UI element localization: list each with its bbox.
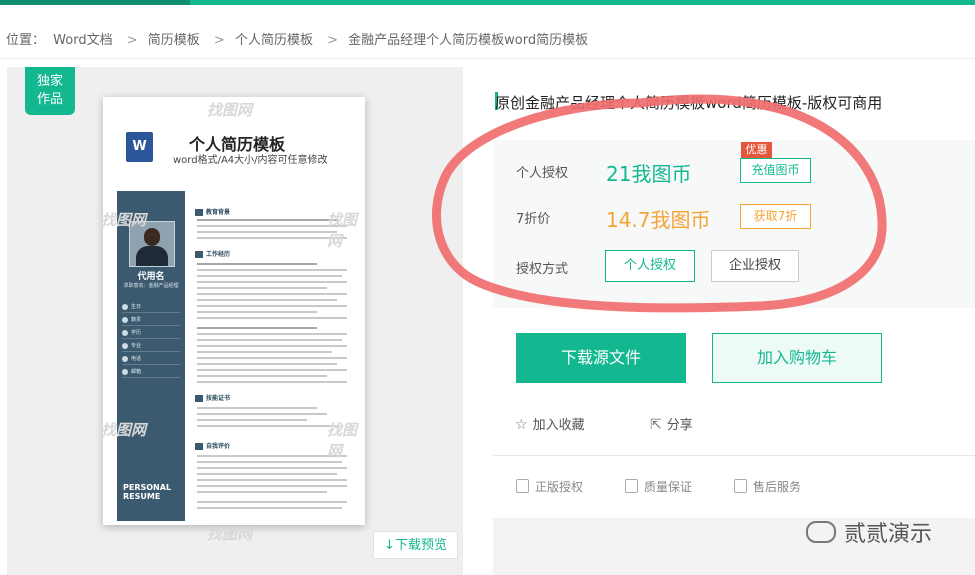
- watermark: 找图网: [101, 421, 147, 439]
- share-button[interactable]: ⇱ 分享: [650, 414, 693, 433]
- resume-preview-image[interactable]: 找图网 W 个人简历模板 word格式/A4大小/内容可任意修改 代用名 求职意…: [101, 97, 365, 543]
- section-divider: [493, 455, 975, 456]
- promo-badge: 优惠: [741, 142, 772, 158]
- resume-section-education: 教育背景: [195, 207, 230, 216]
- badge-line-1: 独家: [36, 74, 63, 89]
- star-icon: ☆: [515, 417, 528, 433]
- breadcrumb-separator: >: [213, 33, 225, 48]
- exclusive-badge: 独家 作品: [25, 67, 75, 115]
- guarantee-quality: 质量保证: [625, 478, 692, 495]
- guarantee-after-sales: 售后服务: [734, 478, 801, 495]
- watermark: 找图网: [327, 421, 358, 460]
- resume-sidebar-footer: PERSONAL RESUME: [123, 483, 172, 501]
- personal-price: 21我图币: [606, 162, 692, 186]
- favorite-button[interactable]: ☆ 加入收藏: [515, 414, 585, 433]
- resume-info-row: 籍贯: [122, 316, 180, 326]
- breadcrumb-item-word[interactable]: Word文档: [53, 33, 112, 48]
- resume-name: 代用名: [137, 272, 165, 282]
- discount-label: 7折价: [516, 212, 551, 227]
- download-preview-button[interactable]: ↓下载预览: [373, 531, 458, 559]
- resume-info-row: 学历: [122, 329, 180, 339]
- get-discount-button[interactable]: 获取7折: [740, 204, 811, 229]
- resume-subtitle: word格式/A4大小/内容可任意修改: [173, 155, 328, 166]
- watermark: 找图网: [327, 211, 358, 250]
- resume-info-row: 邮箱: [122, 368, 180, 378]
- license-option-personal[interactable]: 个人授权: [605, 250, 695, 282]
- shield-icon: [625, 479, 638, 493]
- shield-icon: [734, 479, 747, 493]
- resume-section-self-evaluation: 自我评价: [195, 441, 230, 450]
- word-icon: W: [126, 132, 153, 162]
- watermark: 找图网: [101, 211, 147, 229]
- breadcrumb-separator: >: [327, 33, 339, 48]
- resume-info-row: 电话: [122, 355, 180, 365]
- license-type-label: 授权方式: [516, 262, 569, 277]
- top-accent-bar-active: [0, 0, 190, 5]
- license-option-company[interactable]: 企业授权: [711, 250, 799, 282]
- breadcrumb-item-personal-resume[interactable]: 个人简历模板: [235, 33, 313, 48]
- breadcrumb-item-current[interactable]: 金融产品经理个人简历模板word简历模板: [348, 33, 588, 48]
- recharge-button[interactable]: 充值图币: [740, 158, 811, 183]
- watermark: 找图网: [207, 525, 253, 543]
- resume-info-row: 专业: [122, 342, 180, 352]
- wechat-icon: [806, 521, 836, 543]
- resume-sidebar: 代用名 求职意向：金融产品经理 生日 籍贯 学历 专业 电话 邮箱 PERSON…: [117, 191, 185, 521]
- guarantee-genuine: 正版授权: [516, 478, 583, 495]
- header-divider: [0, 58, 975, 59]
- share-icon: ⇱: [650, 417, 662, 433]
- badge-line-2: 作品: [36, 92, 63, 107]
- watermark: 找图网: [207, 101, 253, 119]
- arrow-down-icon: ↓: [384, 538, 395, 553]
- add-to-cart-button[interactable]: 加入购物车: [712, 333, 882, 383]
- resume-section-skills: 技能证书: [195, 393, 230, 402]
- resume-job: 求职意向：金融产品经理: [123, 283, 179, 289]
- wechat-watermark: 贰贰演示: [806, 516, 932, 548]
- breadcrumb-separator: >: [126, 33, 138, 48]
- breadcrumb-item-resume-templates[interactable]: 简历模板: [148, 33, 200, 48]
- resume-section-experience: 工作经历: [195, 249, 230, 258]
- breadcrumb-prefix: 位置：: [6, 33, 46, 48]
- resume-info-row: 生日: [122, 303, 180, 313]
- personal-license-label: 个人授权: [516, 166, 569, 181]
- breadcrumb: 位置： Word文档 > 简历模板 > 个人简历模板 > 金融产品经理个人简历模…: [6, 29, 592, 48]
- download-source-button[interactable]: 下载源文件: [516, 333, 686, 383]
- shield-icon: [516, 479, 529, 493]
- product-title: 原创金融产品经理个人简历模板word简历模板-版权可商用: [495, 94, 883, 112]
- discount-price: 14.7我图币: [606, 208, 711, 232]
